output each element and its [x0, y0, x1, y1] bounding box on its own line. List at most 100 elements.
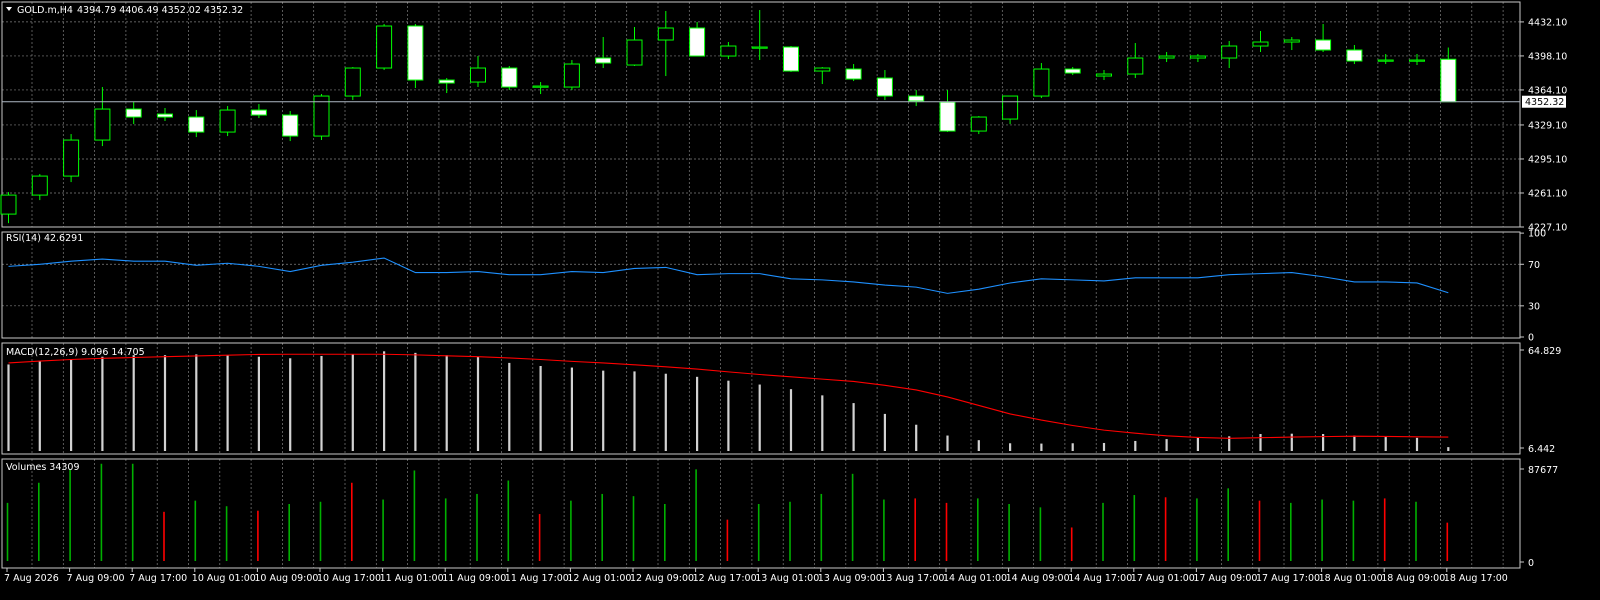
- macd-histogram-bar: [977, 440, 980, 451]
- candle-body[interactable]: [470, 67, 486, 83]
- volume-label: Volumes 34309: [6, 462, 80, 473]
- candle-body[interactable]: [31, 175, 48, 196]
- time-axis-label: 18 Aug 17:00: [1444, 573, 1508, 584]
- time-axis-label: 11 Aug 09:00: [442, 573, 506, 584]
- time-axis-label: 14 Aug 01:00: [943, 573, 1007, 584]
- candle-body[interactable]: [845, 68, 862, 80]
- candle-body[interactable]: [1002, 95, 1019, 120]
- macd-histogram-bar: [1447, 447, 1450, 451]
- macd-histogram-bar: [1353, 435, 1356, 451]
- macd-label: MACD(12,26,9) 9.096 14.705: [6, 347, 145, 358]
- candle-body[interactable]: [125, 108, 142, 118]
- time-axis-label: 13 Aug 17:00: [880, 573, 944, 584]
- current-price-label: 4352.32: [1525, 97, 1564, 108]
- candle-body[interactable]: [1283, 39, 1300, 43]
- price-axis-label: 4261.10: [1528, 188, 1567, 199]
- time-axis-label: 18 Aug 01:00: [1319, 573, 1383, 584]
- candle-body[interactable]: [939, 101, 956, 132]
- candle-body[interactable]: [188, 116, 205, 133]
- time-axis-label: 10 Aug 01:00: [192, 573, 256, 584]
- candle-body[interactable]: [720, 45, 737, 57]
- candle-body[interactable]: [376, 25, 393, 69]
- time-axis-label: 11 Aug 01:00: [380, 573, 444, 584]
- candle-body[interactable]: [814, 67, 831, 72]
- macd-histogram-bar: [320, 355, 323, 451]
- candle-body[interactable]: [282, 114, 299, 137]
- macd-histogram-bar: [70, 359, 73, 451]
- rsi-axis-label: 100: [1528, 229, 1546, 240]
- symbol-title: GOLD.m,H4: [17, 5, 73, 16]
- time-axis-label: 10 Aug 09:00: [254, 573, 318, 584]
- candle-body[interactable]: [1096, 73, 1112, 77]
- macd-histogram-bar: [508, 362, 511, 451]
- candle-body[interactable]: [250, 109, 267, 116]
- candle-body[interactable]: [1346, 49, 1363, 62]
- candle-body[interactable]: [1377, 59, 1394, 62]
- macd-histogram-bar: [758, 384, 761, 451]
- candle-body[interactable]: [876, 77, 893, 97]
- macd-histogram-bar: [727, 380, 730, 451]
- candle-body[interactable]: [407, 25, 424, 81]
- time-axis-label: 17 Aug 09:00: [1193, 573, 1257, 584]
- candle-body[interactable]: [626, 39, 643, 66]
- price-axis-label: 4432.10: [1528, 17, 1567, 28]
- macd-histogram-bar: [1196, 437, 1199, 451]
- macd-histogram-bar: [539, 366, 542, 451]
- macd-histogram-bar: [915, 424, 918, 451]
- candle-body[interactable]: [595, 57, 612, 64]
- candle-body[interactable]: [94, 108, 111, 141]
- candle-body[interactable]: [1127, 57, 1144, 75]
- rsi-label: RSI(14) 42.6291: [6, 233, 83, 244]
- macd-histogram-bar: [163, 355, 167, 451]
- candle-body[interactable]: [157, 113, 173, 118]
- candle-body[interactable]: [563, 63, 580, 88]
- candle-body[interactable]: [1189, 55, 1206, 59]
- candle-body[interactable]: [751, 46, 768, 49]
- candle-body[interactable]: [1033, 68, 1050, 97]
- candle-body[interactable]: [63, 139, 80, 177]
- candle-body[interactable]: [1064, 68, 1081, 74]
- candle-body[interactable]: [219, 109, 236, 133]
- candle-body[interactable]: [970, 116, 987, 132]
- macd-histogram-bar: [226, 355, 229, 451]
- macd-histogram-bar: [195, 354, 198, 451]
- candle-body[interactable]: [1158, 55, 1175, 59]
- macd-histogram-bar: [101, 356, 104, 451]
- macd-histogram-bar: [1165, 439, 1168, 451]
- trading-chart[interactable]: 4352.32 4432.10 4398.10 4364.10 4329.10 4295.…: [0, 0, 1600, 600]
- candle-body[interactable]: [0, 194, 17, 215]
- candle-body[interactable]: [532, 85, 549, 88]
- candle-body[interactable]: [1440, 58, 1457, 103]
- candle-body[interactable]: [1221, 45, 1238, 59]
- macd-histogram-bar: [633, 371, 636, 451]
- macd-histogram-bar: [883, 413, 886, 451]
- candle-body[interactable]: [689, 27, 706, 57]
- candle-body[interactable]: [908, 95, 925, 102]
- candle-body[interactable]: [344, 67, 361, 97]
- macd-histogram-bar: [821, 395, 824, 451]
- candle-body[interactable]: [657, 27, 674, 41]
- macd-histogram-bar: [1259, 434, 1262, 451]
- macd-histogram-bar: [414, 352, 417, 451]
- candle-body[interactable]: [783, 46, 799, 72]
- candle-body[interactable]: [1252, 41, 1269, 47]
- ohlc-readout: 4394.79 4406.49 4352.02 4352.32: [77, 5, 243, 16]
- macd-histogram-bar: [383, 351, 386, 451]
- macd-axis-label: 64.829: [1528, 346, 1561, 357]
- macd-histogram-bar: [570, 367, 573, 451]
- price-axis-label: 4364.10: [1528, 85, 1567, 96]
- candle-body[interactable]: [438, 79, 455, 84]
- volume-axis-label: 87677: [1528, 465, 1558, 476]
- candle-body[interactable]: [501, 67, 518, 88]
- time-axis-label: 12 Aug 09:00: [630, 573, 694, 584]
- time-axis-label: 18 Aug 09:00: [1381, 573, 1445, 584]
- rsi-axis-label: 0: [1528, 333, 1534, 344]
- macd-histogram-bar: [257, 356, 260, 451]
- candle-body[interactable]: [1409, 59, 1425, 62]
- candle-body[interactable]: [1315, 39, 1332, 51]
- macd-histogram-bar: [289, 358, 292, 451]
- macd-histogram-bar: [789, 389, 793, 451]
- macd-histogram-bar: [1415, 437, 1419, 451]
- macd-histogram-bar: [132, 355, 135, 451]
- macd-histogram-bar: [1134, 440, 1137, 451]
